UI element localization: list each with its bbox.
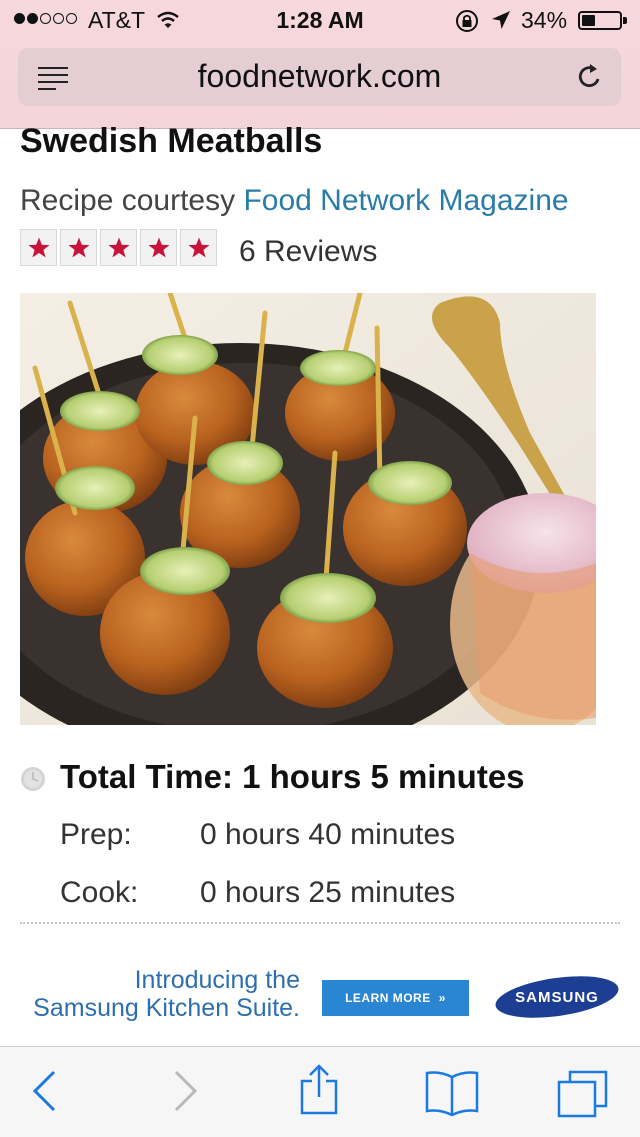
prep-time-row: Prep: 0 hours 40 minutes (60, 818, 455, 852)
battery-percent: 34% (521, 7, 568, 33)
learn-more-button[interactable]: LEARN MORE » (322, 980, 469, 1016)
cook-label: Cook: (60, 876, 139, 909)
reviews-link[interactable]: 6 Reviews (239, 235, 377, 269)
courtesy-prefix: Recipe courtesy (20, 184, 244, 217)
ad-headline-line2: Samsung Kitchen Suite. (33, 994, 300, 1022)
star-icon (100, 229, 137, 266)
url-text[interactable]: foodnetwork.com (18, 58, 621, 95)
tabs-icon[interactable] (556, 1069, 610, 1124)
back-chevron-icon[interactable] (30, 1069, 58, 1118)
total-time-label: Total Time: 1 hours 5 minutes (60, 758, 525, 795)
recipe-courtesy: Recipe courtesy Food Network Magazine (20, 184, 569, 218)
samsung-ad-banner[interactable]: Introducing the Samsung Kitchen Suite. L… (0, 958, 640, 1048)
samsung-logo-text: SAMSUNG (515, 989, 599, 1006)
star-icon (140, 229, 177, 266)
star-icon (60, 229, 97, 266)
reload-icon[interactable] (576, 61, 604, 96)
browser-chrome: AT&T 1:28 AM 34% foodnetwork.com (0, 0, 640, 129)
divider (20, 922, 620, 924)
prep-value: 0 hours 40 minutes (200, 818, 456, 851)
address-bar[interactable]: foodnetwork.com (18, 48, 621, 106)
rotation-lock-icon (454, 9, 480, 39)
safari-toolbar (0, 1046, 640, 1137)
learn-more-label: LEARN MORE (345, 991, 431, 1005)
star-rating[interactable] (20, 229, 220, 266)
battery-icon (578, 11, 627, 30)
recipe-photo[interactable] (20, 293, 596, 725)
prep-label: Prep: (60, 818, 132, 851)
status-bar: AT&T 1:28 AM 34% (0, 0, 640, 40)
ad-headline-line1: Introducing the (134, 966, 300, 994)
clock-icon (20, 766, 46, 797)
location-arrow-icon (490, 9, 512, 37)
star-icon (180, 229, 217, 266)
recipe-title: Swedish Meatballs (20, 122, 323, 160)
ad-headline: Introducing the Samsung Kitchen Suite. (16, 966, 300, 1022)
star-icon (20, 229, 57, 266)
share-icon[interactable] (298, 1063, 340, 1122)
open-book-icon[interactable] (424, 1069, 480, 1122)
cook-time-row: Cook: 0 hours 25 minutes (60, 876, 455, 910)
forward-chevron-icon[interactable] (172, 1069, 200, 1118)
cook-value: 0 hours 25 minutes (200, 876, 456, 909)
samsung-logo: SAMSUNG (493, 974, 621, 1025)
courtesy-source-link[interactable]: Food Network Magazine (243, 184, 568, 217)
double-chevron-icon: » (438, 991, 446, 1005)
